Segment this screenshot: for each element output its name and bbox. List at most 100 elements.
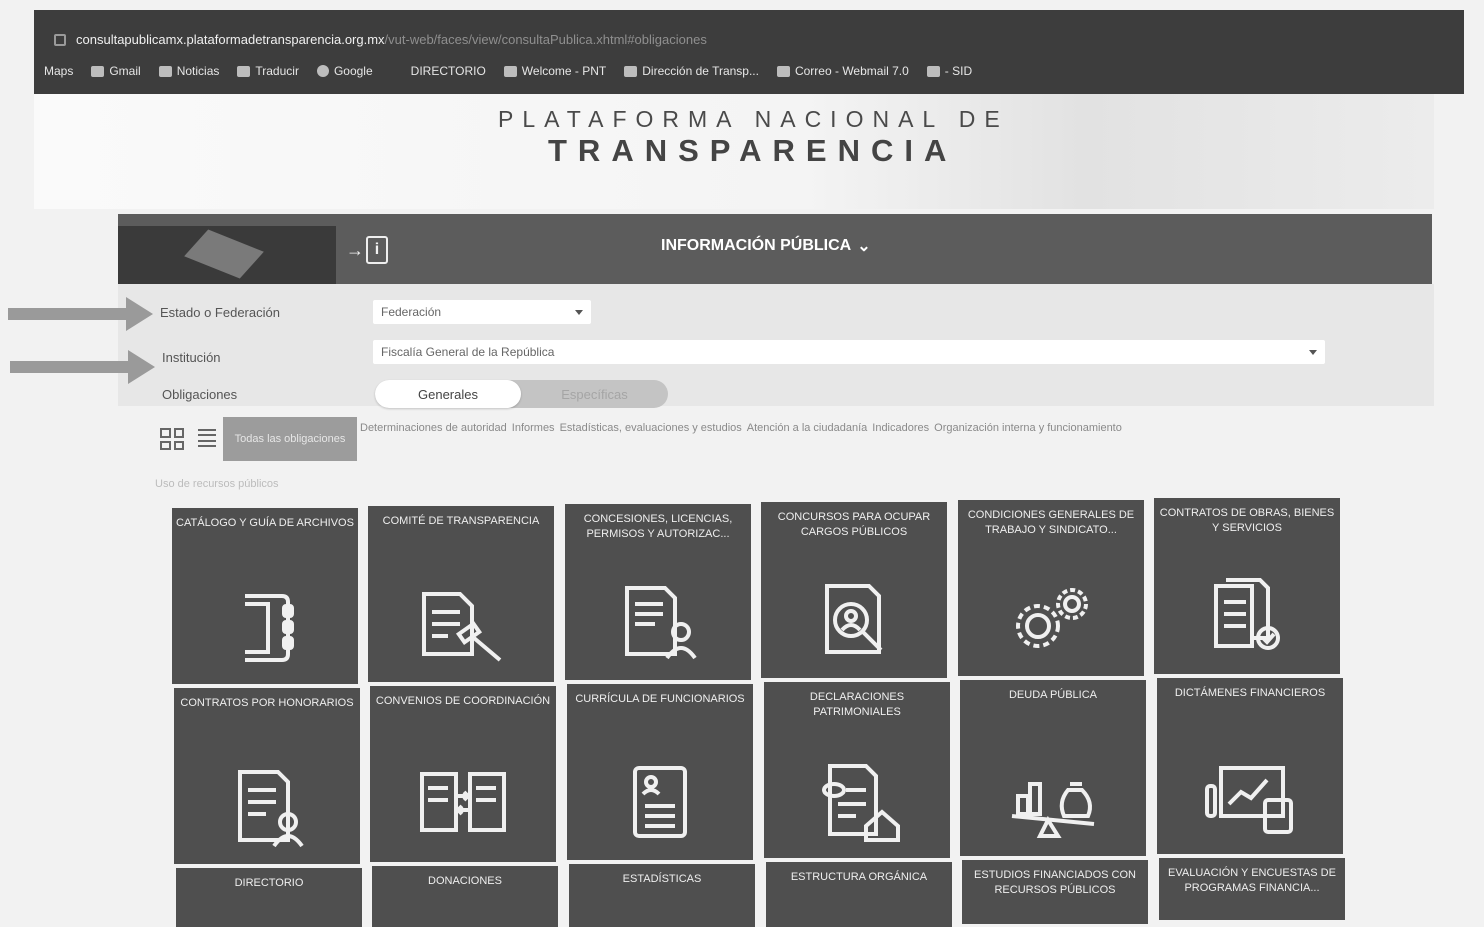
tile-label: COMITÉ DE TRANSPARENCIA — [382, 515, 540, 527]
tile-label: CONTRATOS DE OBRAS, BIENES Y SERVICIOS — [1159, 507, 1335, 534]
estado-select[interactable]: Federación — [373, 300, 591, 324]
bookmark-sid[interactable]: - SID — [926, 64, 972, 78]
bookmarks-bar: Maps Gmail Noticias Traducir Google DIRE… — [44, 64, 972, 78]
document-house-icon — [812, 756, 902, 846]
bookmark-noticias[interactable]: Noticias — [158, 64, 219, 78]
site-info-icon[interactable] — [54, 33, 66, 46]
envelope-icon — [776, 65, 790, 77]
tile-label: CONCESIONES, LICENCIAS, PERMISOS Y AUTOR… — [583, 513, 733, 540]
toggle-generales[interactable]: Generales — [375, 380, 521, 408]
chevron-down-icon: ⌄ — [857, 238, 871, 255]
bookmark-welcome-pnt[interactable]: Welcome - PNT — [503, 64, 606, 78]
bookmark-maps[interactable]: Maps — [44, 64, 73, 78]
tile-honorarios[interactable]: CONTRATOS POR HONORARIOS — [174, 688, 360, 864]
tile-label: EVALUACIÓN Y ENCUESTAS DE PROGRAMAS FINA… — [1168, 867, 1336, 894]
tab-informes[interactable]: Informes — [512, 422, 555, 434]
tile-comite[interactable]: COMITÉ DE TRANSPARENCIA — [368, 506, 554, 682]
bookmark-direccion[interactable]: Dirección de Transp... — [624, 64, 759, 78]
documents-exchange-icon — [418, 760, 508, 850]
url-domain: consultapublicamx.plataformadetransparen… — [76, 32, 385, 47]
tabs-list: Determinaciones de autoridad Informes Es… — [360, 422, 1122, 434]
grid-view-icon[interactable] — [160, 428, 184, 450]
tile-curricula[interactable]: CURRÍCULA DE FUNCIONARIOS — [567, 684, 753, 860]
tab-estadisticas[interactable]: Estadísticas, evaluaciones y estudios — [560, 422, 742, 434]
browser-toolbar: consultapublicamx.plataformadetransparen… — [34, 10, 1464, 94]
tile-label: DONACIONES — [428, 875, 502, 887]
tile-concursos[interactable]: CONCURSOS PARA OCUPAR CARGOS PÚBLICOS — [761, 502, 947, 678]
documents-check-icon — [1202, 572, 1292, 662]
tile-condiciones[interactable]: CONDICIONES GENERALES DE TRABAJO Y SINDI… — [958, 500, 1144, 676]
url-path: /vut-web/faces/view/consultaPublica.xhtm… — [384, 32, 707, 47]
tab-todas-obligaciones[interactable]: Todas las obligaciones — [223, 417, 357, 461]
tile-label: DEUDA PÚBLICA — [1008, 689, 1098, 701]
site-icon — [503, 65, 517, 77]
tile-convenios[interactable]: CONVENIOS DE COORDINACIÓN — [370, 686, 556, 862]
info-login-icon[interactable]: → i — [346, 234, 388, 266]
document-gavel-icon — [416, 580, 506, 670]
tile-donaciones[interactable]: DONACIONES — [372, 866, 558, 927]
tile-label: CONCURSOS PARA OCUPAR CARGOS PÚBLICOS — [777, 511, 931, 538]
tile-label: CONDICIONES GENERALES DE TRABAJO Y SINDI… — [967, 509, 1135, 536]
institucion-select[interactable]: Fiscalía General de la República — [373, 340, 1325, 364]
bookmark-directorio[interactable]: DIRECTORIO — [411, 64, 486, 78]
mail-icon — [91, 65, 105, 77]
binder-icon — [220, 582, 310, 672]
tile-catalogo[interactable]: CATÁLOGO Y GUÍA DE ARCHIVOS — [172, 508, 358, 684]
document-person-icon — [613, 578, 703, 668]
tile-label: DECLARACIONES PATRIMONIALES — [809, 691, 905, 718]
tab-determinaciones[interactable]: Determinaciones de autoridad — [360, 422, 507, 434]
nav-menu-informacion-publica[interactable]: INFORMACIÓN PÚBLICA ⌄ — [661, 236, 871, 256]
toggle-especificas[interactable]: Específicas — [521, 380, 668, 408]
tile-contratos-obras[interactable]: CONTRATOS DE OBRAS, BIENES Y SERVICIOS — [1154, 498, 1340, 674]
tile-deuda[interactable]: DEUDA PÚBLICA — [960, 680, 1146, 856]
address-bar[interactable]: consultapublicamx.plataformadetransparen… — [54, 32, 707, 47]
tile-label: CONVENIOS DE COORDINACIÓN — [375, 695, 551, 707]
translate-icon — [237, 65, 251, 77]
tile-directorio[interactable]: DIRECTORIO — [176, 868, 362, 927]
estado-label: Estado o Federación — [160, 305, 280, 320]
tab-atencion[interactable]: Atención a la ciudadanía — [747, 422, 867, 434]
nav-band: → i INFORMACIÓN PÚBLICA ⌄ — [118, 214, 1432, 284]
logo-icon — [184, 229, 264, 279]
folder-icon — [926, 65, 940, 77]
arrow-pointer-icon — [8, 297, 153, 331]
tile-declaraciones[interactable]: DECLARACIONES PATRIMONIALES — [764, 682, 950, 858]
tab-uso-recursos[interactable]: Uso de recursos públicos — [155, 478, 279, 490]
document-user-icon — [222, 762, 312, 852]
tile-dictamenes[interactable]: DICTÁMENES FINANCIEROS — [1157, 678, 1343, 854]
tile-label: DICTÁMENES FINANCIEROS — [1174, 687, 1326, 699]
institucion-label: Institución — [162, 350, 221, 365]
arrow-pointer-icon — [10, 350, 155, 384]
bookmark-traducir[interactable]: Traducir — [237, 64, 299, 78]
tile-estadisticas[interactable]: ESTADÍSTICAS — [569, 864, 755, 927]
dropdown-caret-icon — [575, 309, 583, 315]
logo-box[interactable] — [118, 226, 336, 284]
tile-label: ESTADÍSTICAS — [622, 873, 702, 885]
estado-select-value: Federación — [381, 305, 442, 319]
tile-concesiones[interactable]: CONCESIONES, LICENCIAS, PERMISOS Y AUTOR… — [565, 504, 751, 680]
site-icon — [624, 65, 638, 77]
dropdown-caret-icon — [1309, 349, 1317, 355]
chart-calculator-icon — [1205, 752, 1295, 842]
tile-estructura[interactable]: ESTRUCTURA ORGÁNICA — [766, 862, 952, 927]
institucion-select-value: Fiscalía General de la República — [381, 345, 555, 359]
list-view-icon[interactable] — [198, 429, 216, 447]
globe-icon — [316, 65, 329, 77]
tile-label: CONTRATOS POR HONORARIOS — [180, 697, 354, 709]
tab-organizacion[interactable]: Organización interna y funcionamiento — [934, 422, 1122, 434]
obligaciones-toggle: Generales Específicas — [375, 380, 668, 408]
resume-icon — [615, 758, 705, 848]
bookmark-correo[interactable]: Correo - Webmail 7.0 — [776, 64, 909, 78]
tile-evaluacion[interactable]: EVALUACIÓN Y ENCUESTAS DE PROGRAMAS FINA… — [1159, 858, 1345, 920]
tile-estudios[interactable]: ESTUDIOS FINANCIADOS CON RECURSOS PÚBLIC… — [962, 860, 1148, 924]
document-search-person-icon — [809, 576, 899, 666]
bookmark-gmail[interactable]: Gmail — [91, 64, 141, 78]
gears-icon — [1006, 574, 1096, 664]
bookmark-google[interactable]: Google — [316, 64, 373, 78]
site-title-line2: TRANSPARENCIA — [548, 133, 958, 168]
tile-label: CURRÍCULA DE FUNCIONARIOS — [575, 693, 745, 705]
site-title-line1: PLATAFORMA NACIONAL DE — [498, 106, 1009, 132]
tab-indicadores[interactable]: Indicadores — [872, 422, 929, 434]
tile-label: CATÁLOGO Y GUÍA DE ARCHIVOS — [176, 517, 354, 529]
balance-money-icon — [1008, 754, 1098, 844]
